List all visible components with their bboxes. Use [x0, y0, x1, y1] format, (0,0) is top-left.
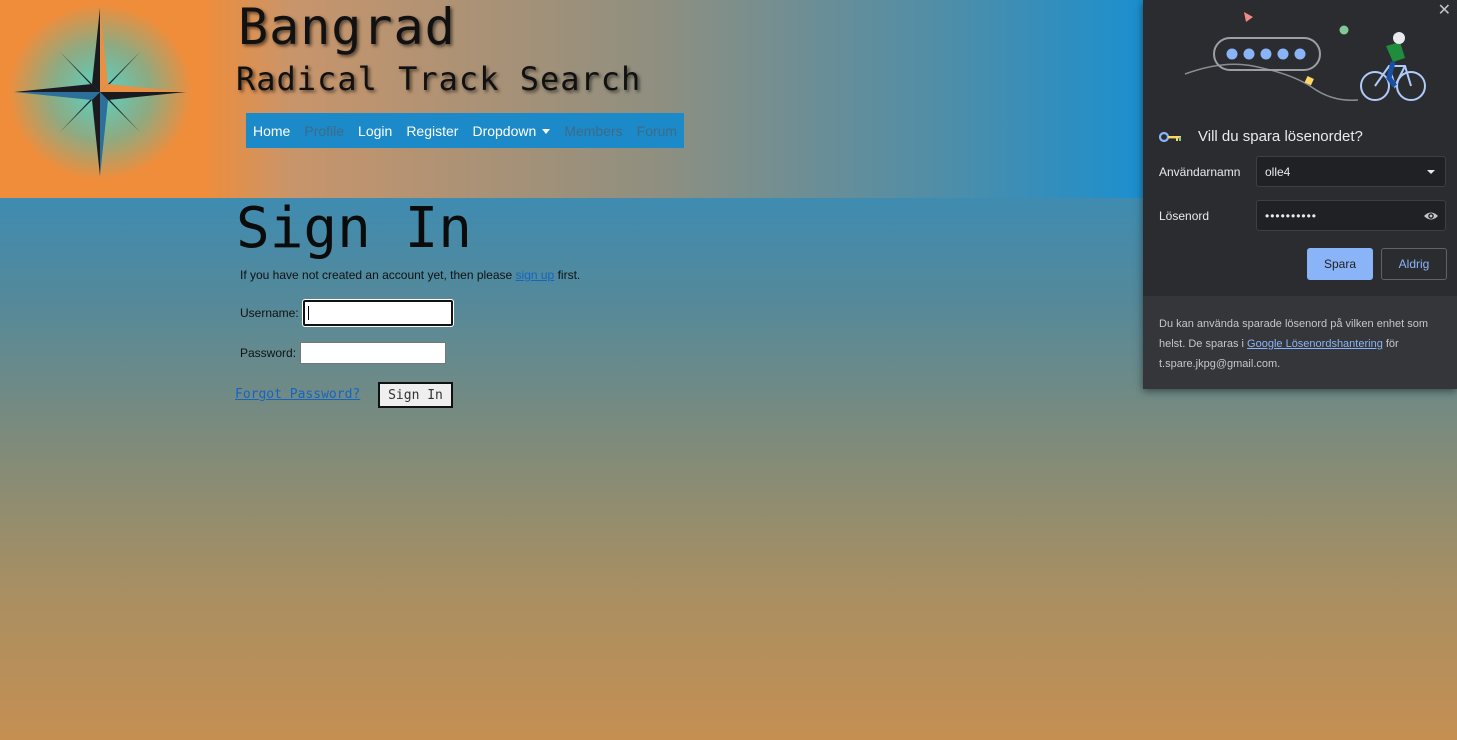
- nav-login[interactable]: Login: [351, 123, 399, 139]
- intro-text-after: first.: [554, 268, 581, 282]
- username-label: Username:: [240, 306, 299, 320]
- username-row: Username:: [240, 299, 454, 327]
- save-password-popup: ✕ Vill du spara lösenordet? Användarnamn…: [1143, 0, 1457, 389]
- forgot-password-link[interactable]: Forgot Password?: [235, 387, 360, 402]
- site-title: Bangrad: [238, 0, 456, 56]
- password-row: Password:: [240, 342, 447, 364]
- compass-star-logo: [8, 4, 192, 180]
- popup-username-select[interactable]: olle4: [1256, 156, 1446, 187]
- nav-dropdown[interactable]: Dropdown: [465, 123, 557, 139]
- popup-password-field[interactable]: ••••••••••: [1256, 200, 1446, 231]
- popup-password-value: ••••••••••: [1265, 208, 1318, 223]
- close-icon[interactable]: ✕: [1438, 0, 1451, 20]
- key-icon: [1159, 131, 1181, 142]
- main-navbar: Home Profile Login Register Dropdown Mem…: [246, 113, 684, 148]
- popup-title: Vill du spara lösenordet?: [1198, 128, 1363, 145]
- popup-password-label: Lösenord: [1159, 209, 1210, 223]
- eye-icon[interactable]: [1423, 208, 1439, 224]
- password-input[interactable]: [300, 342, 447, 364]
- sign-in-button[interactable]: Sign In: [378, 382, 453, 408]
- nav-members[interactable]: Members: [557, 123, 629, 139]
- site-subtitle: Radical Track Search: [236, 60, 642, 98]
- popup-footer-text: Du kan använda sparade lösenord på vilke…: [1143, 296, 1457, 389]
- cyclist-illustration: [1184, 12, 1426, 101]
- signin-intro-text: If you have not created an account yet, …: [240, 268, 580, 282]
- chevron-down-icon: [1427, 170, 1435, 174]
- nav-profile[interactable]: Profile: [297, 123, 351, 139]
- popup-username-label: Användarnamn: [1159, 165, 1241, 179]
- page-title: Sign In: [236, 196, 473, 261]
- nav-forum[interactable]: Forum: [630, 123, 684, 139]
- nav-home[interactable]: Home: [246, 123, 297, 139]
- popup-username-value: olle4: [1265, 164, 1291, 179]
- username-input[interactable]: [301, 299, 454, 327]
- caret-down-icon: [542, 128, 551, 134]
- nav-register[interactable]: Register: [399, 123, 465, 139]
- never-save-button[interactable]: Aldrig: [1381, 248, 1447, 280]
- google-password-manager-link[interactable]: Google Lösenordshantering: [1247, 338, 1383, 350]
- popup-header: Vill du spara lösenordet?: [1159, 128, 1363, 145]
- intro-text-before: If you have not created an account yet, …: [240, 268, 516, 282]
- nav-dropdown-label: Dropdown: [472, 122, 537, 139]
- password-label: Password:: [240, 346, 297, 360]
- save-password-button[interactable]: Spara: [1307, 248, 1373, 280]
- sign-up-link[interactable]: sign up: [516, 268, 555, 282]
